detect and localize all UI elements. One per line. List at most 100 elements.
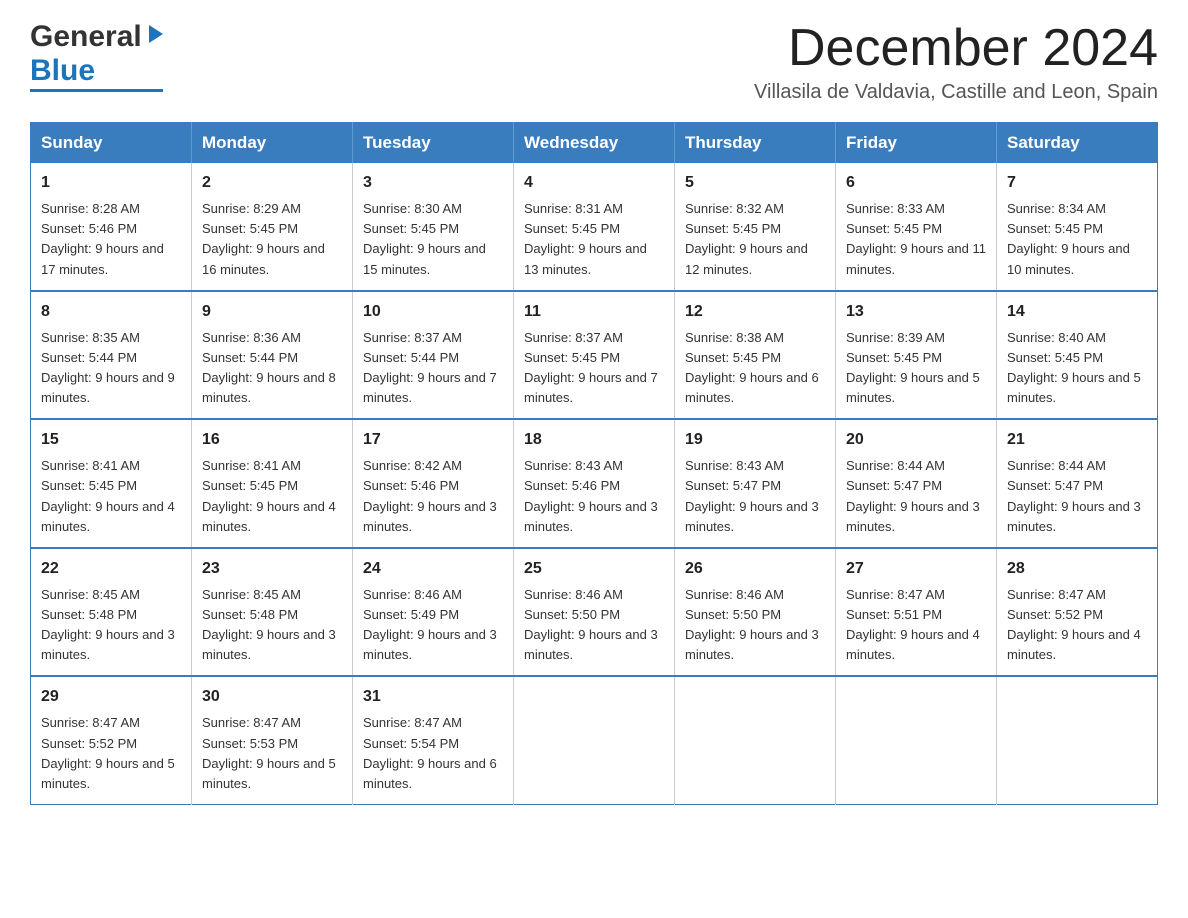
calendar-cell: 19 Sunrise: 8:43 AMSunset: 5:47 PMDayligh… — [675, 419, 836, 548]
day-number: 16 — [202, 428, 342, 452]
day-number: 12 — [685, 300, 825, 324]
calendar-cell: 13 Sunrise: 8:39 AMSunset: 5:45 PMDayligh… — [836, 291, 997, 420]
calendar-cell: 15 Sunrise: 8:41 AMSunset: 5:45 PMDayligh… — [31, 419, 192, 548]
day-number: 8 — [41, 300, 181, 324]
calendar-cell: 28Sunrise: 8:47 AMSunset: 5:52 PMDayligh… — [997, 548, 1158, 677]
page-header: General Blue December 2024 Villasila de … — [30, 20, 1158, 104]
calendar-cell: 21Sunrise: 8:44 AMSunset: 5:47 PMDayligh… — [997, 419, 1158, 548]
calendar-cell: 27 Sunrise: 8:47 AMSunset: 5:51 PMDayligh… — [836, 548, 997, 677]
col-header-thursday: Thursday — [675, 123, 836, 164]
calendar-cell: 2 Sunrise: 8:29 AMSunset: 5:45 PMDaylight… — [192, 163, 353, 291]
day-info: Sunrise: 8:45 AMSunset: 5:48 PMDaylight:… — [41, 585, 181, 666]
day-number: 22 — [41, 557, 181, 581]
day-info: Sunrise: 8:28 AMSunset: 5:46 PMDaylight:… — [41, 199, 181, 280]
calendar-cell — [836, 676, 997, 804]
calendar-cell: 25 Sunrise: 8:46 AMSunset: 5:50 PMDayligh… — [514, 548, 675, 677]
day-number: 15 — [41, 428, 181, 452]
day-info: Sunrise: 8:40 AMSunset: 5:45 PMDaylight:… — [1007, 328, 1147, 409]
day-number: 10 — [363, 300, 503, 324]
day-info: Sunrise: 8:36 AMSunset: 5:44 PMDaylight:… — [202, 328, 342, 409]
calendar-cell: 31 Sunrise: 8:47 AMSunset: 5:54 PMDayligh… — [353, 676, 514, 804]
day-number: 14 — [1007, 300, 1147, 324]
calendar-cell: 18 Sunrise: 8:43 AMSunset: 5:46 PMDayligh… — [514, 419, 675, 548]
calendar-table: SundayMondayTuesdayWednesdayThursdayFrid… — [30, 122, 1158, 805]
day-info: Sunrise: 8:47 AMSunset: 5:54 PMDaylight:… — [363, 713, 503, 794]
day-info: Sunrise: 8:47 AMSunset: 5:51 PMDaylight:… — [846, 585, 986, 666]
day-number: 21 — [1007, 428, 1147, 452]
calendar-cell — [675, 676, 836, 804]
day-number: 29 — [41, 685, 181, 709]
day-number: 30 — [202, 685, 342, 709]
logo-blue-text: Blue — [30, 54, 95, 88]
day-number: 6 — [846, 171, 986, 195]
calendar-cell: 1Sunrise: 8:28 AMSunset: 5:46 PMDaylight… — [31, 163, 192, 291]
calendar-cell: 4 Sunrise: 8:31 AMSunset: 5:45 PMDaylight… — [514, 163, 675, 291]
month-title: December 2024 — [754, 20, 1158, 77]
calendar-cell: 26 Sunrise: 8:46 AMSunset: 5:50 PMDayligh… — [675, 548, 836, 677]
day-number: 19 — [685, 428, 825, 452]
col-header-tuesday: Tuesday — [353, 123, 514, 164]
calendar-cell — [514, 676, 675, 804]
day-number: 3 — [363, 171, 503, 195]
calendar-header: SundayMondayTuesdayWednesdayThursdayFrid… — [31, 123, 1158, 164]
day-number: 5 — [685, 171, 825, 195]
day-info: Sunrise: 8:46 AMSunset: 5:49 PMDaylight:… — [363, 585, 503, 666]
day-info: Sunrise: 8:43 AMSunset: 5:46 PMDaylight:… — [524, 456, 664, 537]
logo-underline — [30, 89, 163, 92]
day-info: Sunrise: 8:32 AMSunset: 5:45 PMDaylight:… — [685, 199, 825, 280]
calendar-cell: 24 Sunrise: 8:46 AMSunset: 5:49 PMDayligh… — [353, 548, 514, 677]
day-info: Sunrise: 8:43 AMSunset: 5:47 PMDaylight:… — [685, 456, 825, 537]
day-info: Sunrise: 8:42 AMSunset: 5:46 PMDaylight:… — [363, 456, 503, 537]
calendar-cell: 20Sunrise: 8:44 AMSunset: 5:47 PMDayligh… — [836, 419, 997, 548]
calendar-cell: 12 Sunrise: 8:38 AMSunset: 5:45 PMDayligh… — [675, 291, 836, 420]
calendar-cell: 22 Sunrise: 8:45 AMSunset: 5:48 PMDayligh… — [31, 548, 192, 677]
day-number: 13 — [846, 300, 986, 324]
day-info: Sunrise: 8:30 AMSunset: 5:45 PMDaylight:… — [363, 199, 503, 280]
calendar-cell: 29 Sunrise: 8:47 AMSunset: 5:52 PMDayligh… — [31, 676, 192, 804]
logo-icon — [146, 25, 163, 45]
day-info: Sunrise: 8:29 AMSunset: 5:45 PMDaylight:… — [202, 199, 342, 280]
day-number: 24 — [363, 557, 503, 581]
day-info: Sunrise: 8:38 AMSunset: 5:45 PMDaylight:… — [685, 328, 825, 409]
calendar-cell: 17 Sunrise: 8:42 AMSunset: 5:46 PMDayligh… — [353, 419, 514, 548]
day-number: 26 — [685, 557, 825, 581]
day-info: Sunrise: 8:47 AMSunset: 5:52 PMDaylight:… — [1007, 585, 1147, 666]
day-number: 2 — [202, 171, 342, 195]
col-header-monday: Monday — [192, 123, 353, 164]
day-info: Sunrise: 8:34 AMSunset: 5:45 PMDaylight:… — [1007, 199, 1147, 280]
calendar-cell: 7 Sunrise: 8:34 AMSunset: 5:45 PMDaylight… — [997, 163, 1158, 291]
day-info: Sunrise: 8:35 AMSunset: 5:44 PMDaylight:… — [41, 328, 181, 409]
day-number: 23 — [202, 557, 342, 581]
col-header-friday: Friday — [836, 123, 997, 164]
calendar-week-2: 8 Sunrise: 8:35 AMSunset: 5:44 PMDaylight… — [31, 291, 1158, 420]
day-info: Sunrise: 8:44 AMSunset: 5:47 PMDaylight:… — [846, 456, 986, 537]
day-info: Sunrise: 8:47 AMSunset: 5:52 PMDaylight:… — [41, 713, 181, 794]
logo-general-text: General — [30, 20, 142, 54]
calendar-cell: 30Sunrise: 8:47 AMSunset: 5:53 PMDayligh… — [192, 676, 353, 804]
day-number: 18 — [524, 428, 664, 452]
calendar-cell: 14 Sunrise: 8:40 AMSunset: 5:45 PMDayligh… — [997, 291, 1158, 420]
day-info: Sunrise: 8:41 AMSunset: 5:45 PMDaylight:… — [41, 456, 181, 537]
title-section: December 2024 Villasila de Valdavia, Cas… — [754, 20, 1158, 104]
day-info: Sunrise: 8:46 AMSunset: 5:50 PMDaylight:… — [524, 585, 664, 666]
day-info: Sunrise: 8:33 AMSunset: 5:45 PMDaylight:… — [846, 199, 986, 280]
day-number: 4 — [524, 171, 664, 195]
day-number: 25 — [524, 557, 664, 581]
day-info: Sunrise: 8:39 AMSunset: 5:45 PMDaylight:… — [846, 328, 986, 409]
calendar-cell: 8 Sunrise: 8:35 AMSunset: 5:44 PMDaylight… — [31, 291, 192, 420]
day-info: Sunrise: 8:46 AMSunset: 5:50 PMDaylight:… — [685, 585, 825, 666]
day-info: Sunrise: 8:45 AMSunset: 5:48 PMDaylight:… — [202, 585, 342, 666]
calendar-cell: 9Sunrise: 8:36 AMSunset: 5:44 PMDaylight… — [192, 291, 353, 420]
day-number: 27 — [846, 557, 986, 581]
calendar-week-3: 15 Sunrise: 8:41 AMSunset: 5:45 PMDayligh… — [31, 419, 1158, 548]
day-number: 31 — [363, 685, 503, 709]
day-number: 17 — [363, 428, 503, 452]
col-header-wednesday: Wednesday — [514, 123, 675, 164]
day-info: Sunrise: 8:37 AMSunset: 5:44 PMDaylight:… — [363, 328, 503, 409]
col-header-saturday: Saturday — [997, 123, 1158, 164]
day-number: 7 — [1007, 171, 1147, 195]
day-info: Sunrise: 8:41 AMSunset: 5:45 PMDaylight:… — [202, 456, 342, 537]
calendar-cell: 16 Sunrise: 8:41 AMSunset: 5:45 PMDayligh… — [192, 419, 353, 548]
day-info: Sunrise: 8:31 AMSunset: 5:45 PMDaylight:… — [524, 199, 664, 280]
calendar-week-5: 29 Sunrise: 8:47 AMSunset: 5:52 PMDayligh… — [31, 676, 1158, 804]
